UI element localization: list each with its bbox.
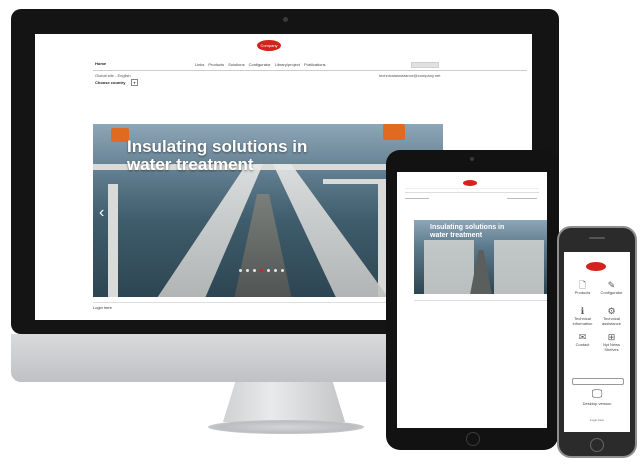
phone-tile-label: Contact (575, 342, 590, 347)
contact-icon: ✉ (578, 332, 587, 342)
tablet-camera (470, 157, 474, 161)
carousel-dot[interactable] (253, 269, 256, 272)
phone-tile[interactable]: ⊞ Nyt News Shelves (597, 332, 626, 354)
carousel-dot[interactable] (260, 269, 263, 272)
hero-pipe (108, 184, 118, 297)
country-dropdown[interactable]: ▾ (131, 79, 138, 86)
document-icon: 🗋 (578, 280, 587, 290)
tablet-device: Insulating solutions in water treatment (386, 150, 558, 450)
phone-tile-label: Products (574, 290, 591, 295)
carousel-dot[interactable] (281, 269, 284, 272)
phone-tile[interactable]: ✎ Configurator (597, 280, 626, 302)
desktop-version-button[interactable]: 🖵 Desktop version (564, 388, 630, 406)
search-input[interactable] (411, 62, 439, 68)
tablet-hero[interactable]: Insulating solutions in water treatment (414, 220, 547, 294)
gear-icon: ⚙ (607, 306, 616, 316)
nav-item-publications[interactable]: Publications (304, 62, 326, 67)
nav-home[interactable]: Home (95, 61, 106, 66)
tablet-hero-title-line2: water treatment (430, 232, 483, 239)
tablet-hero-railing (424, 240, 474, 294)
phone-device: 🗋 Products ✎ Configurator ℹ Technical informa… (557, 226, 637, 458)
edit-icon: ✎ (607, 280, 616, 290)
tablet-header-divider (405, 192, 539, 193)
phone-tile[interactable]: ✉ Contact (568, 332, 597, 354)
tablet-nav-bar (405, 188, 539, 189)
nav-item-solutions[interactable]: Solutions (228, 62, 244, 67)
monitor-icon: 🖵 (591, 388, 603, 400)
phone-tile-label: Technical information (572, 316, 593, 326)
hero-title: Insulating solutions in water treatment (127, 138, 307, 174)
hero-machine (383, 124, 405, 140)
tablet-home-button[interactable] (466, 432, 480, 446)
phone-tile[interactable]: ⚙ Technical assistance (597, 306, 626, 328)
imac-stand-foot (208, 420, 364, 434)
carousel-prev-icon[interactable]: ‹ (99, 204, 104, 222)
locale-label: Global site - English (95, 73, 131, 78)
phone-home-button[interactable] (590, 438, 604, 452)
phone-tile-label: Technical assistance (602, 316, 621, 326)
brand-logo[interactable]: Company (257, 40, 281, 51)
phone-tile-grid: 🗋 Products ✎ Configurator ℹ Technical informa… (568, 280, 626, 354)
header-divider (93, 70, 527, 71)
tablet-locale-bar (405, 198, 429, 199)
carousel-dot[interactable] (274, 269, 277, 272)
login-link[interactable]: Login here (93, 305, 112, 310)
phone-search-input[interactable] (572, 378, 624, 385)
phone-screen: 🗋 Products ✎ Configurator ℹ Technical informa… (564, 252, 630, 432)
carousel-dots (239, 269, 284, 272)
contact-email-link[interactable]: technicalassistance@company.net (379, 73, 440, 78)
imac-stand (223, 382, 345, 422)
tablet-hero-title-line1: Insulating solutions in (430, 224, 505, 231)
nav-item-products[interactable]: Products (208, 62, 224, 67)
carousel-dot[interactable] (246, 269, 249, 272)
tablet-hero-title: Insulating solutions in water treatment (430, 224, 504, 240)
nav-item-library[interactable]: Library/project (275, 62, 300, 67)
tablet-footer-divider (414, 300, 547, 301)
phone-tile-label: Nyt News Shelves (602, 342, 621, 352)
carousel-dot[interactable] (239, 269, 242, 272)
main-nav: Links Products Solutions Configurator Li… (195, 62, 326, 67)
hero-title-line1: Insulating solutions in (127, 137, 308, 156)
phone-tile[interactable]: ℹ Technical information (568, 306, 597, 328)
nav-item-configurator[interactable]: Configurator (249, 62, 271, 67)
choose-country-label: Choose country (95, 80, 126, 85)
tablet-hero-railing (494, 240, 544, 294)
phone-login-link[interactable]: Login here (564, 418, 630, 422)
hero-title-line2: water treatment (127, 155, 254, 174)
news-icon: ⊞ (607, 332, 616, 342)
tablet-email-bar (507, 198, 537, 199)
info-icon: ℹ (580, 306, 585, 316)
phone-speaker (589, 237, 605, 239)
brand-logo-text: Company (260, 43, 278, 48)
imac-camera (283, 17, 288, 22)
carousel-dot[interactable] (267, 269, 270, 272)
phone-tile-label: Configurator (600, 290, 623, 295)
tablet-screen: Insulating solutions in water treatment (397, 172, 547, 428)
nav-item-links[interactable]: Links (195, 62, 204, 67)
tablet-brand-logo[interactable] (463, 180, 477, 186)
phone-brand-logo[interactable] (586, 262, 606, 271)
desktop-version-label: Desktop version (582, 401, 612, 406)
phone-tile[interactable]: 🗋 Products (568, 280, 597, 302)
